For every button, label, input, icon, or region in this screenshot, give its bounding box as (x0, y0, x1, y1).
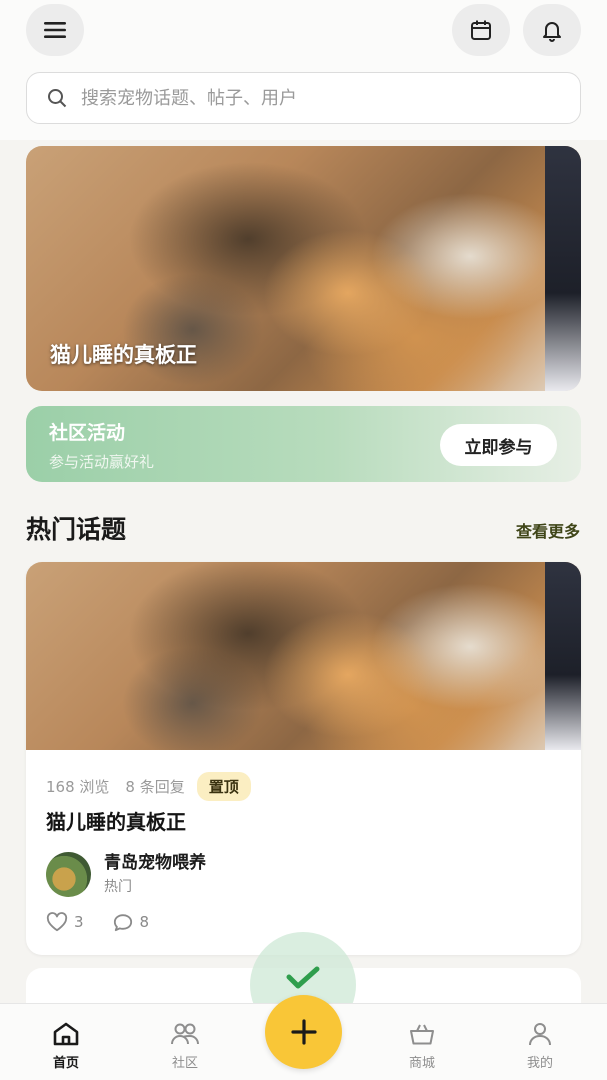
tab-profile[interactable]: 我的 (500, 1020, 580, 1071)
profile-icon (529, 1023, 551, 1046)
tab-shop[interactable]: 商城 (382, 1020, 462, 1071)
tab-profile-label: 我的 (526, 1056, 553, 1071)
hot-topics-title: 热门话题 (26, 515, 127, 544)
calendar-icon (471, 20, 491, 40)
bell-icon (543, 22, 561, 42)
author-name[interactable]: 青岛宠物喂养 (104, 848, 206, 873)
community-icon (171, 1023, 199, 1045)
pinned-badge: 置顶 (196, 772, 251, 801)
post-meta: 168 浏览 8 条回复 置顶 (46, 772, 267, 801)
view-count: 168 浏览 (46, 778, 110, 796)
comment-button[interactable]: 8 (112, 912, 150, 932)
avatar[interactable] (46, 852, 91, 897)
search-icon (48, 89, 67, 108)
comment-icon (113, 914, 132, 932)
notification-button[interactable] (523, 4, 581, 56)
plus-icon (290, 1019, 317, 1045)
search-input[interactable] (81, 87, 541, 109)
see-more-link[interactable]: 查看更多 (516, 518, 580, 542)
search-bar[interactable] (26, 72, 581, 124)
tab-community[interactable]: 社区 (145, 1020, 225, 1071)
join-now-button[interactable]: 立即参与 (440, 424, 557, 466)
reply-count: 8 条回复 (125, 778, 185, 796)
banner-image[interactable]: 猫儿睡的真板正 (26, 146, 581, 391)
community-activity-banner[interactable]: 社区活动 参与活动赢好礼 立即参与 (26, 406, 581, 482)
tab-home-label: 首页 (52, 1056, 79, 1071)
check-icon (286, 966, 320, 989)
activity-title: 社区活动 (49, 422, 126, 444)
comment-count: 8 (139, 913, 150, 931)
like-count: 3 (74, 913, 84, 931)
hamburger-menu-icon (44, 22, 66, 38)
post-card[interactable]: 168 浏览 8 条回复 置顶 猫儿睡的真板正 青岛宠物喂养 热门 3 8 (26, 562, 581, 955)
create-post-button[interactable] (265, 995, 342, 1069)
heart-icon (46, 912, 68, 932)
top-bar (0, 0, 607, 140)
menu-button[interactable] (26, 4, 84, 56)
shop-basket-icon (410, 1024, 434, 1045)
home-icon (53, 1022, 79, 1046)
tab-home[interactable]: 首页 (26, 1020, 106, 1071)
post-stats: 3 8 (46, 912, 177, 932)
author-tag: 热门 (104, 879, 132, 895)
activity-subtitle: 参与活动赢好礼 (49, 453, 155, 471)
like-button[interactable]: 3 (46, 912, 84, 932)
tab-shop-label: 商城 (408, 1056, 435, 1071)
post-title[interactable]: 猫儿睡的真板正 (46, 806, 186, 835)
tab-community-label: 社区 (171, 1056, 198, 1071)
banner-title: 猫儿睡的真板正 (50, 343, 197, 367)
calendar-button[interactable] (452, 4, 510, 56)
post-image[interactable] (26, 562, 581, 750)
